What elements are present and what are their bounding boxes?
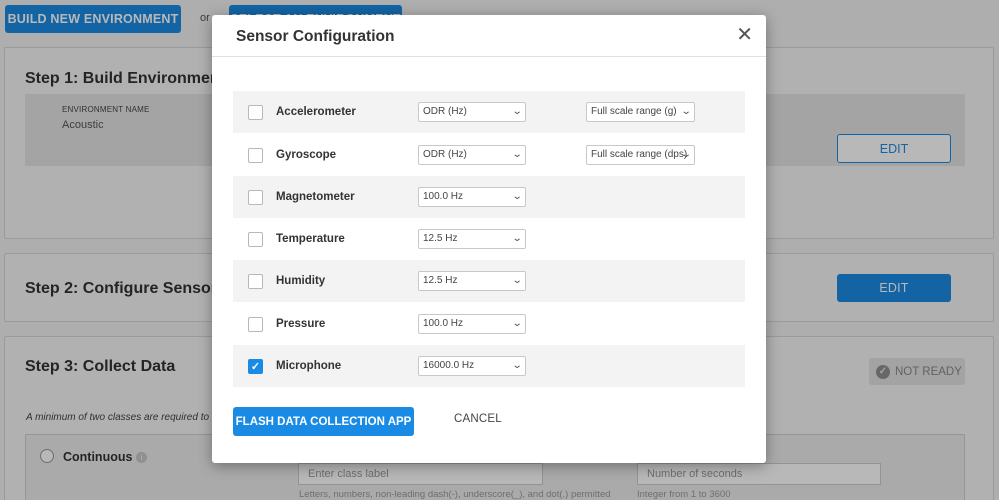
sensor-name: Accelerometer (276, 106, 356, 118)
flash-data-collection-app-button[interactable]: FLASH DATA COLLECTION APP (233, 407, 414, 436)
chevron-down-icon: ⌄ (511, 275, 523, 286)
accelerometer-range-select[interactable]: Full scale range (g) ⌄ (586, 102, 695, 122)
sensor-name: Temperature (276, 233, 345, 245)
magnetometer-checkbox[interactable] (248, 189, 263, 205)
pressure-odr-select[interactable]: 100.0 Hz ⌄ (418, 314, 526, 334)
sensor-row-accelerometer: Accelerometer ODR (Hz) ⌄ Full scale range… (233, 91, 745, 133)
gyroscope-range-select[interactable]: Full scale range (dps) ⌄ (586, 145, 695, 165)
temperature-odr-select[interactable]: 12.5 Hz ⌄ (418, 229, 526, 249)
sensor-configuration-modal: Sensor Configuration ✕ Accelerometer ODR… (212, 15, 766, 463)
modal-title: Sensor Configuration (236, 28, 395, 45)
chevron-down-icon: ⌄ (511, 191, 523, 202)
humidity-checkbox[interactable] (248, 273, 263, 289)
temperature-checkbox[interactable] (248, 231, 263, 247)
modal-header: Sensor Configuration ✕ (212, 15, 766, 57)
checkmark-icon: ✓ (250, 360, 261, 373)
accelerometer-checkbox[interactable] (248, 104, 263, 120)
gyroscope-checkbox[interactable] (248, 147, 263, 163)
sensor-name: Gyroscope (276, 149, 337, 161)
chevron-down-icon: ⌄ (511, 318, 523, 329)
cancel-button[interactable]: CANCEL (454, 413, 502, 425)
sensor-row-magnetometer: Magnetometer 100.0 Hz ⌄ (233, 176, 745, 218)
chevron-down-icon: ⌄ (511, 149, 523, 160)
close-icon[interactable]: ✕ (736, 25, 753, 45)
accelerometer-odr-select[interactable]: ODR (Hz) ⌄ (418, 102, 526, 122)
chevron-down-icon: ⌄ (511, 233, 523, 244)
magnetometer-odr-select[interactable]: 100.0 Hz ⌄ (418, 187, 526, 207)
sensor-name: Pressure (276, 318, 326, 330)
sensor-row-temperature: Temperature 12.5 Hz ⌄ (233, 218, 745, 260)
sensor-name: Microphone (276, 360, 342, 372)
chevron-down-icon: ⌄ (511, 360, 523, 371)
sensor-row-humidity: Humidity 12.5 Hz ⌄ (233, 260, 745, 302)
humidity-odr-select[interactable]: 12.5 Hz ⌄ (418, 271, 526, 291)
chevron-down-icon: ⌄ (680, 149, 692, 160)
microphone-odr-select[interactable]: 16000.0 Hz ⌄ (418, 356, 526, 376)
microphone-checkbox[interactable]: ✓ (248, 358, 263, 374)
sensor-row-microphone: ✓ Microphone 16000.0 Hz ⌄ (233, 345, 745, 387)
chevron-down-icon: ⌄ (511, 106, 523, 117)
gyroscope-odr-select[interactable]: ODR (Hz) ⌄ (418, 145, 526, 165)
sensor-name: Magnetometer (276, 191, 355, 203)
sensor-row-gyroscope: Gyroscope ODR (Hz) ⌄ Full scale range (dp… (233, 134, 745, 176)
pressure-checkbox[interactable] (248, 316, 263, 332)
sensor-row-pressure: Pressure 100.0 Hz ⌄ (233, 303, 745, 345)
chevron-down-icon: ⌄ (680, 106, 692, 117)
sensor-name: Humidity (276, 275, 326, 287)
